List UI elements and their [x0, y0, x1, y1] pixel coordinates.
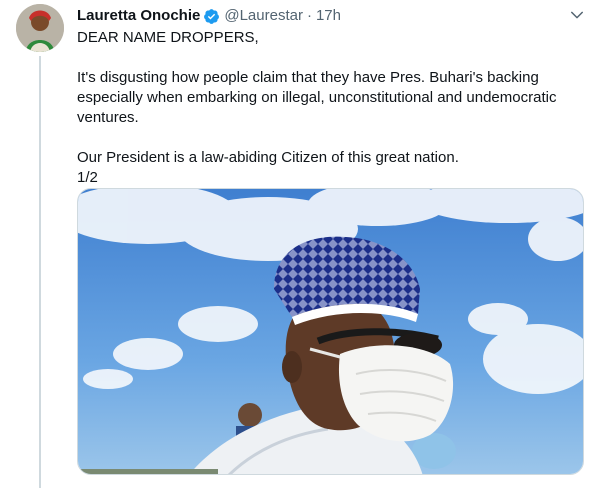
tweet[interactable]: Lauretta Onochie @Laurestar · 17h DEAR N… — [0, 0, 606, 488]
tweet-text-line: especially when embarking on illegal, un… — [77, 89, 557, 106]
tweet-text-line: It's disgusting how people claim that th… — [77, 69, 539, 86]
verified-badge-icon — [203, 8, 220, 25]
tweet-timestamp[interactable]: 17h — [316, 6, 341, 26]
tweet-text-line: Our President is a law-abiding Citizen o… — [77, 149, 459, 166]
separator-dot: · — [306, 7, 312, 24]
tweet-text: DEAR NAME DROPPERS, It's disgusting how … — [77, 28, 587, 188]
chevron-down-icon[interactable] — [568, 6, 586, 24]
tweet-text-line: 1/2 — [77, 169, 98, 186]
author-avatar[interactable] — [16, 4, 64, 52]
tweet-text-line: ventures. — [77, 109, 139, 126]
tweet-photo[interactable] — [77, 188, 584, 475]
tweet-text-line: DEAR NAME DROPPERS, — [77, 29, 259, 46]
author-handle[interactable]: @Laurestar — [224, 6, 303, 26]
author-name[interactable]: Lauretta Onochie — [77, 6, 200, 26]
tweet-header: Lauretta Onochie @Laurestar · 17h — [77, 6, 341, 26]
thread-line — [39, 56, 41, 488]
